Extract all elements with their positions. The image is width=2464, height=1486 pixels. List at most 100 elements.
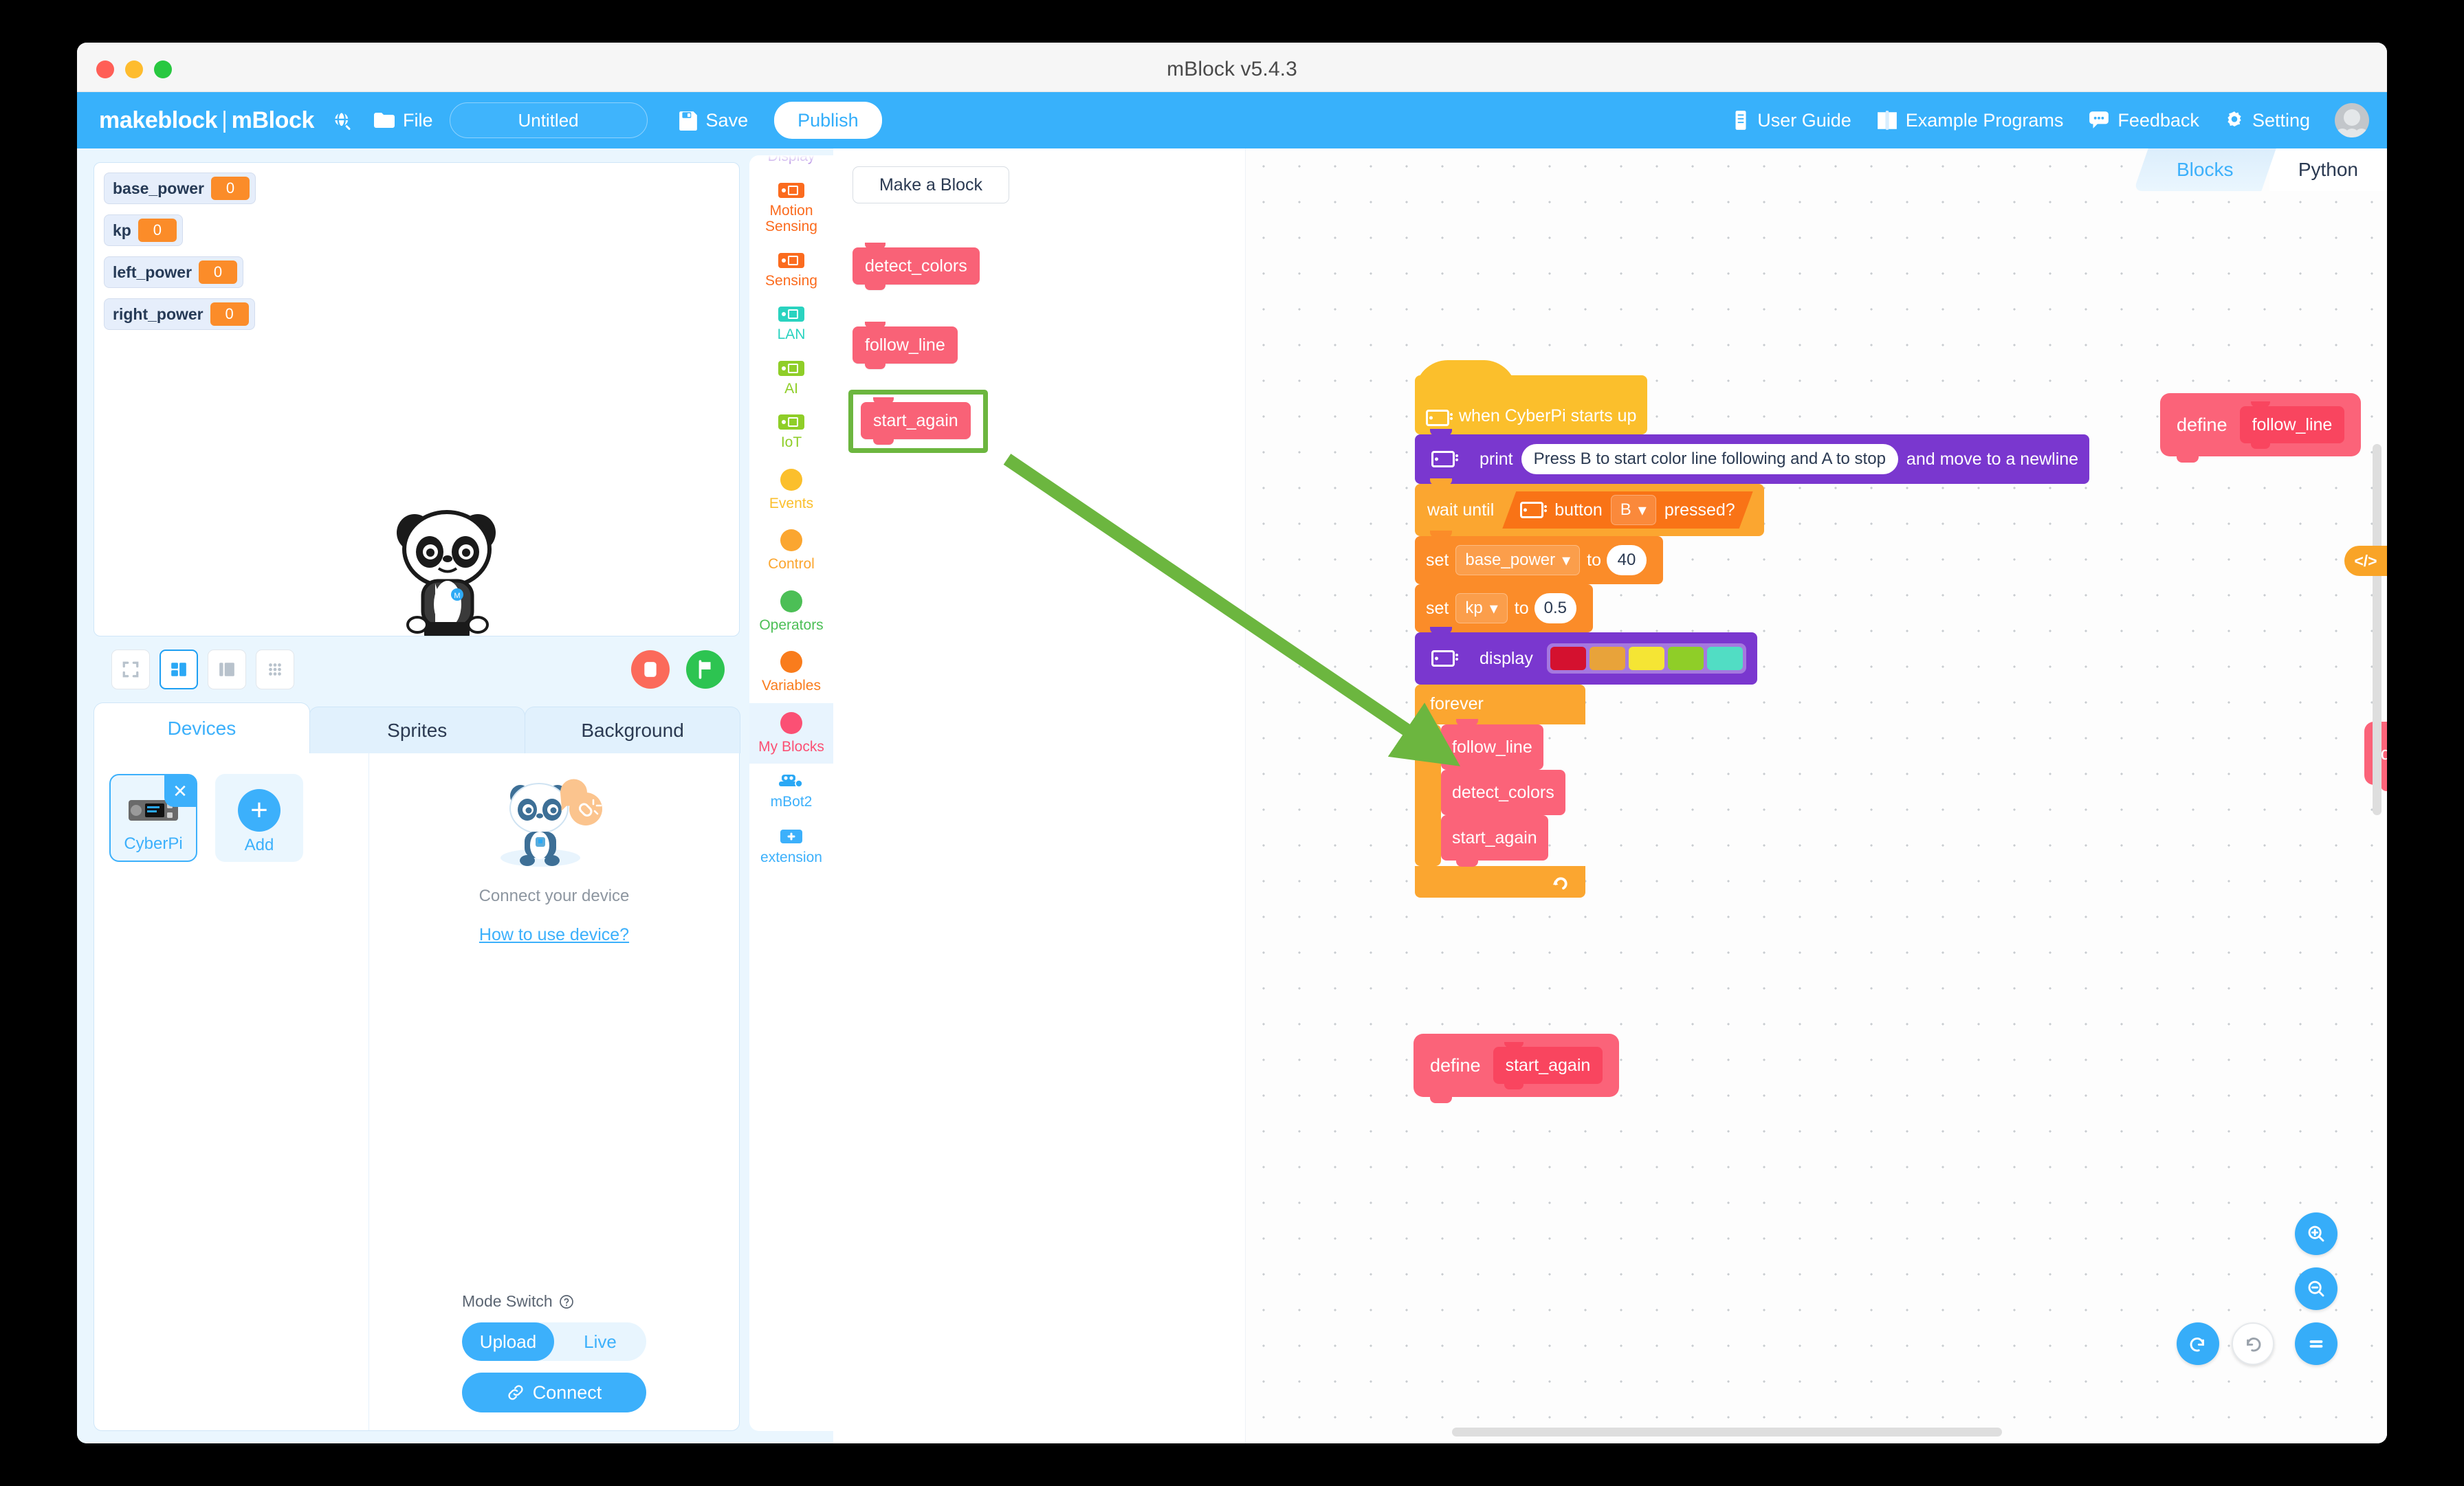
loop-arrow-icon <box>1550 870 1570 891</box>
toolbar-right-group: User Guide Example Programs Feedback Set… <box>1732 103 2369 137</box>
stage[interactable]: base_power 0 kp 0 left_power 0 right_pow… <box>94 162 740 636</box>
color-cell-5[interactable] <box>1706 647 1743 670</box>
color-cell-4[interactable] <box>1667 647 1704 670</box>
category-motion-sensing[interactable]: Motion Sensing <box>749 174 833 244</box>
example-programs-button[interactable]: Example Programs <box>1876 110 2063 131</box>
block-set-base-power[interactable]: set base_power ▾ to 40 <box>1415 531 1664 590</box>
block-call-detect-colors[interactable]: detect_colors <box>1441 764 1565 821</box>
mode-switch-toggle[interactable]: Upload Live <box>462 1322 646 1361</box>
variable-select-dropdown[interactable]: kp ▾ <box>1455 593 1508 623</box>
go-button[interactable] <box>686 650 725 689</box>
add-device-button[interactable]: + Add <box>215 774 303 862</box>
undo-icon <box>2188 1333 2208 1354</box>
workspace-tabs: Blocks Python <box>2133 148 2387 191</box>
block-workspace[interactable]: Blocks Python when CyberPi starts up pri… <box>1246 148 2387 1443</box>
make-a-block-button[interactable]: Make a Block <box>852 166 1009 203</box>
block-palette[interactable]: Make a Block detect_colors follow_line s… <box>833 148 1246 1443</box>
block-display-colors[interactable]: display <box>1415 627 1757 691</box>
layout-large-stage-button[interactable] <box>208 650 246 689</box>
category-sensing[interactable]: Sensing <box>749 244 833 298</box>
how-to-use-device-link[interactable]: How to use device? <box>479 925 629 945</box>
tab-background[interactable]: Background <box>524 707 741 753</box>
button-select-dropdown[interactable]: B ▾ <box>1611 495 1656 525</box>
palette-block-follow-line[interactable]: follow_line <box>852 322 958 369</box>
user-avatar[interactable] <box>2335 103 2369 137</box>
save-label: Save <box>705 109 749 131</box>
block-wait-until[interactable]: wait until button B ▾ pressed? <box>1415 478 1764 542</box>
category-iot[interactable]: IoT <box>749 406 833 460</box>
value-input[interactable]: 0.5 <box>1534 593 1576 623</box>
color-cell-1[interactable] <box>1550 647 1586 670</box>
tab-python[interactable]: Python <box>2269 148 2387 191</box>
help-circle-icon[interactable] <box>559 1294 574 1309</box>
monitor-kp[interactable]: kp 0 <box>104 214 183 246</box>
zoom-out-button[interactable] <box>2295 1267 2338 1310</box>
monitor-right-power[interactable]: right_power 0 <box>104 298 255 330</box>
block-call-follow-line[interactable]: follow_line <box>1441 719 1543 776</box>
add-device-label: Add <box>244 836 274 854</box>
category-control[interactable]: Control <box>749 520 833 581</box>
tab-sprites[interactable]: Sprites <box>309 707 526 753</box>
block-notch <box>1430 478 1452 485</box>
block-forever[interactable]: forever <box>1415 685 1585 724</box>
language-globe-button[interactable] <box>332 110 353 131</box>
grid-layout-button[interactable] <box>256 650 294 689</box>
block-call-start-again[interactable]: start_again <box>1441 810 1548 867</box>
category-display[interactable]: Display <box>749 155 833 174</box>
category-variables[interactable]: Variables <box>749 642 833 703</box>
save-button[interactable]: Save <box>678 109 749 131</box>
publish-button[interactable]: Publish <box>774 102 882 139</box>
workspace-horizontal-scrollbar[interactable] <box>1452 1428 2002 1437</box>
code-view-toggle-button[interactable]: </> <box>2344 546 2387 576</box>
category-my-blocks[interactable]: My Blocks <box>749 702 833 764</box>
remove-device-button[interactable]: ✕ <box>164 775 196 807</box>
value-input[interactable]: 40 <box>1607 545 1647 575</box>
zoom-in-button[interactable] <box>2295 1212 2338 1255</box>
tab-blocks[interactable]: Blocks <box>2133 148 2277 191</box>
file-menu-button[interactable]: File <box>373 110 433 131</box>
setting-button[interactable]: Setting <box>2224 110 2310 131</box>
category-lan[interactable]: LAN <box>749 298 833 352</box>
category-extension[interactable]: extension <box>749 819 833 875</box>
print-text-input[interactable]: Press B to start color line following an… <box>1521 444 1898 474</box>
mode-option-upload[interactable]: Upload <box>462 1322 554 1361</box>
palette-block-start-again[interactable]: start_again <box>861 397 971 445</box>
category-operators[interactable]: Operators <box>749 581 833 643</box>
block-define-follow-line[interactable]: define follow_line <box>2160 393 2362 463</box>
user-guide-button[interactable]: User Guide <box>1732 110 1851 131</box>
left-column: base_power 0 kp 0 left_power 0 right_pow… <box>77 148 749 1443</box>
tab-devices[interactable]: Devices <box>94 702 310 753</box>
block-define-start-again[interactable]: define start_again <box>1414 1034 1620 1103</box>
stop-button[interactable] <box>631 650 670 689</box>
category-rail[interactable]: Display Motion Sensing Sensing LAN AI Io… <box>749 155 833 1431</box>
device-card-cyberpi[interactable]: ✕ CyberPi <box>109 774 197 862</box>
connect-button[interactable]: Connect <box>462 1373 646 1412</box>
color-cell-3[interactable] <box>1628 647 1664 670</box>
layout-small-stage-button[interactable] <box>160 650 198 689</box>
monitor-left-power[interactable]: left_power 0 <box>104 256 244 288</box>
category-mbot2[interactable]: mBot2 <box>749 764 833 819</box>
color-cell-2[interactable] <box>1589 647 1625 670</box>
category-events[interactable]: Events <box>749 460 833 521</box>
palette-block-detect-colors[interactable]: detect_colors <box>852 243 980 290</box>
block-print[interactable]: print Press B to start color line follow… <box>1415 429 2090 490</box>
color-strip-input[interactable] <box>1546 643 1746 674</box>
block-button-pressed-predicate[interactable]: button B ▾ pressed? <box>1502 491 1752 529</box>
zoom-reset-button[interactable] <box>2295 1322 2338 1365</box>
variable-select-dropdown[interactable]: base_power ▾ <box>1455 545 1581 575</box>
category-ai[interactable]: AI <box>749 352 833 406</box>
panda-sprite[interactable]: M <box>382 507 512 636</box>
link-icon <box>507 1384 525 1401</box>
block-label: detect_colors <box>1452 782 1554 802</box>
project-name-input[interactable] <box>449 102 648 138</box>
feedback-button[interactable]: Feedback <box>2088 110 2199 131</box>
block-label: wait until <box>1427 500 1495 520</box>
monitor-base-power[interactable]: base_power 0 <box>104 173 256 204</box>
undo-button[interactable] <box>2177 1322 2219 1365</box>
fullscreen-button[interactable] <box>111 650 150 689</box>
block-set-kp[interactable]: set kp ▾ to 0.5 <box>1415 579 1593 639</box>
mode-option-live[interactable]: Live <box>554 1322 646 1361</box>
redo-button[interactable] <box>2232 1322 2274 1365</box>
workspace-vertical-scrollbar[interactable] <box>2373 444 2382 815</box>
block-when-cyberpi-starts-up[interactable]: when CyberPi starts up <box>1415 360 1648 434</box>
